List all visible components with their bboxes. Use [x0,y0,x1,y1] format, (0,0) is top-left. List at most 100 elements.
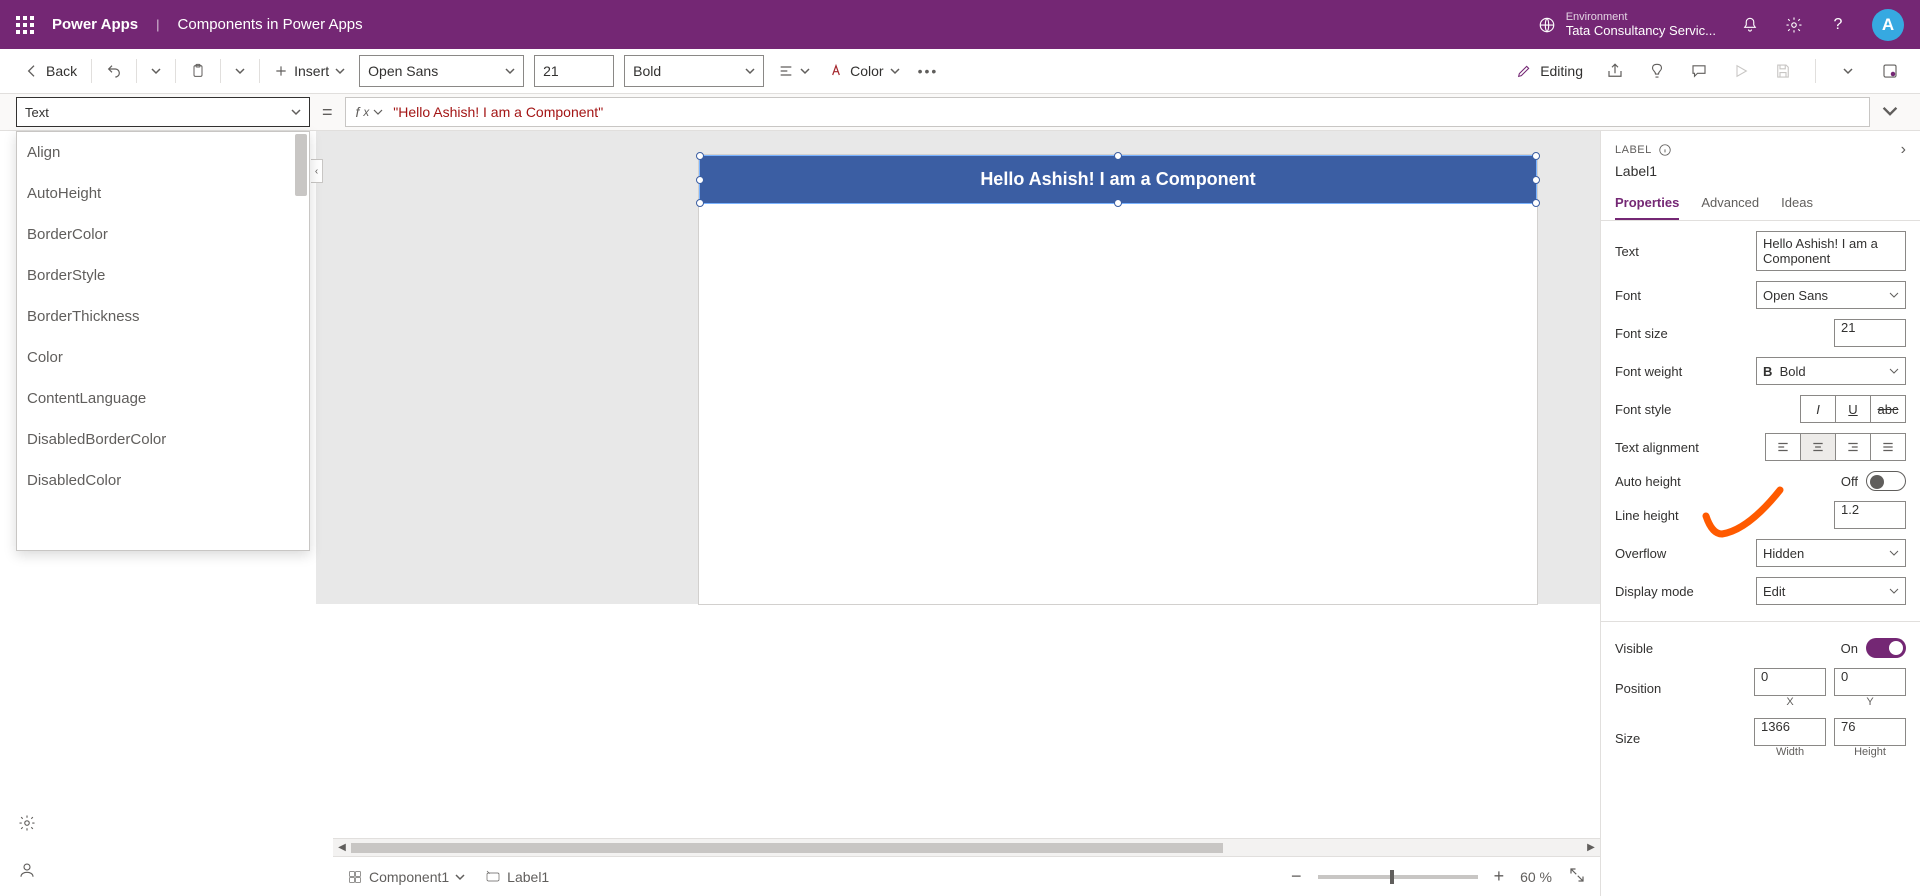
share-icon[interactable] [1605,61,1625,81]
collapse-tree-button[interactable]: ‹ [311,159,323,183]
app-launcher-icon[interactable] [16,16,34,34]
prop-option-align[interactable]: Align [17,132,309,173]
info-icon[interactable] [1658,143,1672,157]
save-icon[interactable] [1773,61,1793,81]
preview-icon[interactable] [1731,61,1751,81]
prop-option-borderstyle[interactable]: BorderStyle [17,255,309,296]
scrollbar-thumb[interactable] [295,134,307,196]
resize-handle[interactable] [1532,176,1540,184]
editing-mode-button[interactable]: Editing [1516,63,1583,79]
insert-button[interactable]: Insert [270,55,349,87]
font-selector[interactable]: Open Sans [359,55,524,87]
scroll-thumb[interactable] [351,843,1223,853]
settings-footer-icon[interactable] [18,814,36,837]
position-y-sublabel: Y [1834,696,1906,708]
font-weight-prop-input[interactable]: B Bold [1756,357,1906,385]
resize-handle[interactable] [696,176,704,184]
zoom-slider[interactable] [1318,875,1478,879]
align-right-button[interactable] [1835,433,1871,461]
back-button[interactable]: Back [20,55,81,87]
position-x-sublabel: X [1754,696,1826,708]
property-dropdown-list[interactable]: Align AutoHeight BorderColor BorderStyle… [16,131,310,551]
zoom-in-button[interactable]: + [1494,866,1505,887]
publish-icon[interactable] [1880,61,1900,81]
font-value: Open Sans [368,63,438,79]
auto-height-toggle[interactable] [1866,471,1906,491]
tab-advanced[interactable]: Advanced [1701,187,1759,220]
prop-option-contentlanguage[interactable]: ContentLanguage [17,378,309,419]
breadcrumb-component[interactable]: Component1 [347,869,465,885]
prop-option-borderthickness[interactable]: BorderThickness [17,296,309,337]
color-button[interactable]: Color [824,55,903,87]
prop-option-bordercolor[interactable]: BorderColor [17,214,309,255]
help-icon[interactable]: ? [1828,15,1848,35]
notifications-icon[interactable] [1740,15,1760,35]
display-mode-prop-input[interactable]: Edit [1756,577,1906,605]
property-selector[interactable]: Text [16,97,310,127]
fit-to-window-button[interactable] [1568,866,1586,887]
selected-label-control[interactable]: Hello Ashish! I am a Component [699,155,1537,204]
align-button[interactable] [774,55,814,87]
horizontal-scrollbar[interactable]: ◀ ▶ [333,838,1600,856]
italic-button[interactable]: I [1800,395,1836,423]
prop-option-disabledbordercolor[interactable]: DisabledBorderColor [17,419,309,460]
prop-option-disabledcolor[interactable]: DisabledColor [17,460,309,501]
undo-button[interactable] [102,55,126,87]
tab-properties[interactable]: Properties [1615,187,1679,220]
undo-history-chevron[interactable] [147,55,165,87]
component-artboard[interactable]: Hello Ashish! I am a Component [699,155,1537,604]
height-sublabel: Height [1834,746,1906,758]
visible-toggle[interactable] [1866,638,1906,658]
resize-handle[interactable] [696,152,704,160]
app-checker-icon[interactable] [1647,61,1667,81]
virtual-agent-icon[interactable] [18,861,36,884]
resize-handle[interactable] [1532,152,1540,160]
environment-picker[interactable]: Environment Tata Consultancy Servic... [1538,11,1716,38]
globe-icon [1538,16,1556,34]
text-prop-input[interactable]: Hello Ashish! I am a Component [1756,231,1906,271]
font-prop-input[interactable]: Open Sans [1756,281,1906,309]
breadcrumb-label[interactable]: Label1 [485,869,549,885]
resize-handle[interactable] [1114,199,1122,207]
plus-icon [274,64,288,78]
font-size-value: 21 [543,63,559,79]
width-input[interactable]: 1366 [1754,718,1826,746]
expand-formula-button[interactable] [1882,103,1904,122]
font-weight-selector[interactable]: Bold [624,55,764,87]
collapse-panel-button[interactable]: › [1901,141,1906,159]
scroll-left-icon[interactable]: ◀ [333,842,351,853]
resize-handle[interactable] [1532,199,1540,207]
auto-height-prop-label: Auto height [1615,474,1681,489]
settings-gear-icon[interactable] [1784,15,1804,35]
font-size-input[interactable]: 21 [534,55,614,87]
prop-option-color[interactable]: Color [17,337,309,378]
zoom-out-button[interactable]: − [1291,866,1302,887]
position-x-input[interactable]: 0 [1754,668,1826,696]
visible-state: On [1841,641,1858,656]
property-selector-value: Text [25,105,49,120]
strike-button[interactable]: abc [1870,395,1906,423]
align-left-button[interactable] [1765,433,1801,461]
control-name[interactable]: Label1 [1601,163,1920,187]
scroll-right-icon[interactable]: ▶ [1582,842,1600,853]
left-rail-footer [18,814,36,884]
font-size-prop-input[interactable]: 21 [1834,319,1906,347]
comments-icon[interactable] [1689,61,1709,81]
resize-handle[interactable] [696,199,704,207]
formula-input[interactable]: fx "Hello Ashish! I am a Component" [345,97,1870,127]
underline-button[interactable]: U [1835,395,1871,423]
tab-ideas[interactable]: Ideas [1781,187,1813,220]
prop-option-autoheight[interactable]: AutoHeight [17,173,309,214]
paste-button[interactable] [186,55,210,87]
line-height-prop-input[interactable]: 1.2 [1834,501,1906,529]
height-input[interactable]: 76 [1834,718,1906,746]
resize-handle[interactable] [1114,152,1122,160]
position-y-input[interactable]: 0 [1834,668,1906,696]
align-center-button[interactable] [1800,433,1836,461]
paste-menu-chevron[interactable] [231,55,249,87]
user-avatar[interactable]: A [1872,9,1904,41]
overflow-prop-input[interactable]: Hidden [1756,539,1906,567]
save-menu-chevron[interactable] [1838,61,1858,81]
more-button[interactable]: ••• [914,55,943,87]
align-justify-button[interactable] [1870,433,1906,461]
